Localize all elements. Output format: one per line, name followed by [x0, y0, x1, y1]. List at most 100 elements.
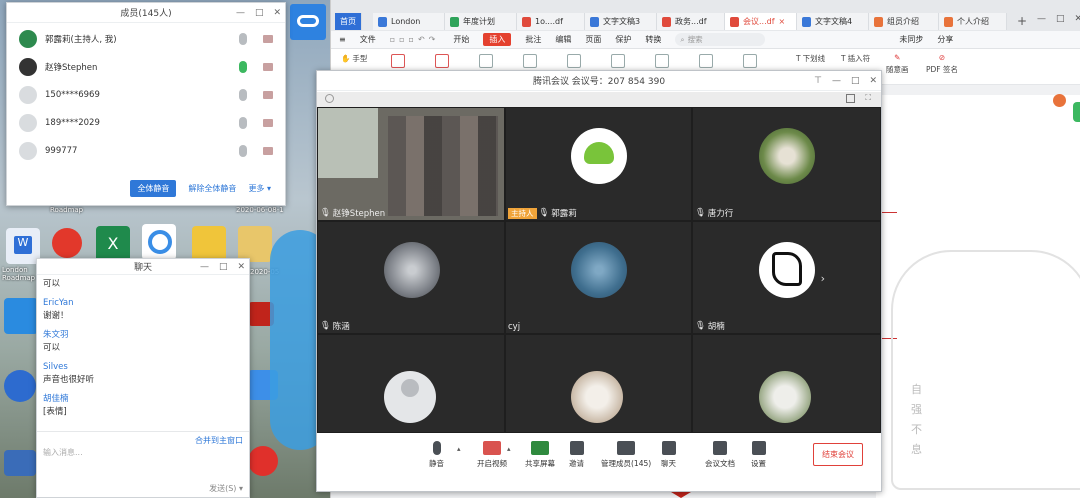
minimize-icon[interactable]: —	[1037, 14, 1046, 24]
app-icon[interactable]	[4, 450, 36, 476]
freehand-button[interactable]: ✎ 随意画	[886, 53, 909, 75]
mute-all-button[interactable]: 全体静音	[130, 180, 177, 197]
note-icon[interactable]	[567, 54, 581, 68]
tab-annual-plan[interactable]: 年度计划	[445, 13, 517, 30]
merge-to-main-link[interactable]: 合并到主窗口	[195, 435, 243, 446]
orange-badge[interactable]	[1053, 94, 1066, 107]
image-icon[interactable]	[435, 54, 449, 68]
text-box-icon[interactable]	[611, 54, 625, 68]
menu-page[interactable]: 页面	[585, 34, 601, 45]
camera-off-icon[interactable]	[263, 119, 273, 127]
app-icon[interactable]	[4, 370, 36, 402]
share-button[interactable]: 分享	[937, 34, 953, 45]
close-icon[interactable]: ✕	[869, 76, 877, 86]
share-screen-button[interactable]: 共享屏幕	[525, 441, 555, 469]
tab-members-intro[interactable]: 组员介绍	[869, 13, 939, 30]
camera-off-icon[interactable]	[263, 63, 273, 71]
camera-off-icon[interactable]	[263, 91, 273, 99]
tab-home[interactable]: 首页	[335, 13, 362, 30]
settings-button[interactable]: 设置	[751, 441, 766, 469]
menu-protect[interactable]: 保护	[615, 34, 631, 45]
end-meeting-button[interactable]: 结束会议	[813, 443, 863, 466]
mute-button[interactable]: 静音	[429, 441, 444, 469]
mic-icon[interactable]	[239, 117, 247, 129]
minimize-icon[interactable]: —	[236, 8, 245, 18]
mic-icon[interactable]	[239, 145, 247, 157]
maximize-icon[interactable]: □	[1056, 14, 1065, 24]
baidu-netdisk-icon[interactable]	[142, 224, 176, 260]
sync-status[interactable]: 未同步	[899, 34, 923, 45]
close-icon[interactable]: ×	[779, 17, 786, 26]
member-row[interactable]: 赵铮Stephen	[7, 53, 285, 81]
manage-members-button[interactable]: 管理成员(145)	[601, 441, 651, 469]
maximize-icon[interactable]: □	[851, 76, 860, 86]
pin-icon[interactable]: ⊤	[814, 76, 822, 86]
maximize-icon[interactable]: □	[255, 8, 264, 18]
chevron-up-icon[interactable]: ▴	[507, 445, 511, 453]
toolbar-icons[interactable]	[391, 54, 757, 68]
mic-icon[interactable]	[239, 33, 247, 45]
tab-pdf-3[interactable]: 会议...df ×	[725, 13, 797, 30]
layout-icon[interactable]	[846, 94, 855, 103]
minimize-icon[interactable]: —	[200, 262, 209, 272]
member-row[interactable]: 150****6969	[7, 81, 285, 109]
close-icon[interactable]: ✕	[237, 262, 245, 272]
chat-input[interactable]: 输入消息...	[43, 447, 83, 458]
video-tile[interactable]: 🎙 胡楠 ›	[693, 222, 880, 333]
search-box[interactable]: ⌕ 搜索	[675, 33, 766, 46]
more-button[interactable]: 更多 ▾	[248, 183, 271, 194]
invite-button[interactable]: 邀请	[569, 441, 584, 469]
close-icon[interactable]: ✕	[1075, 14, 1080, 24]
chevron-up-icon[interactable]: ▴	[457, 445, 461, 453]
tab-personal-intro[interactable]: 个人介绍	[939, 13, 1007, 30]
camera-off-icon[interactable]	[263, 35, 273, 43]
tab-doc-3[interactable]: 文字文稿3	[585, 13, 657, 30]
menu-comment[interactable]: 批注	[525, 34, 541, 45]
text-icon[interactable]	[391, 54, 405, 68]
video-tile[interactable]: cyj	[506, 222, 691, 333]
start-video-button[interactable]: 开启视频	[477, 441, 507, 469]
mic-icon[interactable]	[239, 89, 247, 101]
insert-caret-button[interactable]: T 插入符	[841, 53, 870, 64]
tab-pdf-1[interactable]: 1o....df	[517, 13, 585, 30]
camera-off-icon[interactable]	[263, 147, 273, 155]
menu-file[interactable]: 文件	[360, 34, 376, 45]
minimize-icon[interactable]: —	[832, 76, 841, 86]
netease-music-icon[interactable]	[248, 446, 278, 476]
video-tile[interactable]: 主持人 🎙 郭露莉	[506, 108, 691, 220]
member-row[interactable]: 189****2029	[7, 109, 285, 137]
hand-tool-button[interactable]: ✋ 手型	[341, 53, 367, 64]
pdf-sign-button[interactable]: ⊘ PDF 签名	[926, 53, 958, 75]
page-icon[interactable]	[479, 54, 493, 68]
video-tile[interactable]: 🎙 陈涵	[318, 222, 504, 333]
new-tab-icon[interactable]: +	[1017, 14, 1027, 28]
mic-icon[interactable]	[239, 61, 247, 73]
excel-icon[interactable]: X	[96, 226, 130, 262]
tab-london[interactable]: London	[373, 13, 445, 30]
video-tile[interactable]: 🎙 赵铮Stephen	[318, 108, 504, 220]
menu-convert[interactable]: 转换	[645, 34, 661, 45]
video-tile[interactable]	[693, 335, 880, 432]
tab-doc-4[interactable]: 文字文稿4	[797, 13, 869, 30]
folder-icon[interactable]	[238, 226, 272, 262]
member-row[interactable]: 郭露莉(主持人, 我)	[7, 25, 285, 53]
hamburger-icon[interactable]: ≡	[339, 35, 346, 44]
menu-edit[interactable]: 编辑	[555, 34, 571, 45]
member-row[interactable]: 999777	[7, 137, 285, 165]
comment-icon[interactable]	[699, 54, 713, 68]
next-page-icon[interactable]: ›	[821, 272, 825, 285]
image-viewer-icon[interactable]	[192, 226, 226, 262]
fullscreen-icon[interactable]: ⛶	[865, 93, 871, 103]
word-file-icon[interactable]: W	[6, 228, 40, 264]
wps-show-icon[interactable]	[52, 228, 82, 258]
pdf-reader-icon[interactable]	[4, 298, 38, 334]
desktop-blue-app-tile[interactable]	[290, 4, 326, 40]
chat-button[interactable]: 聊天	[661, 441, 676, 469]
info-icon[interactable]	[325, 94, 334, 103]
menu-start[interactable]: 开始	[453, 34, 469, 45]
page-icon[interactable]	[523, 54, 537, 68]
quick-access-icons[interactable]: ▫▫▫↶↷	[390, 35, 440, 44]
page-icon[interactable]	[743, 54, 757, 68]
video-tile[interactable]: 🎙 唐力行	[693, 108, 880, 220]
video-tile[interactable]	[318, 335, 504, 432]
